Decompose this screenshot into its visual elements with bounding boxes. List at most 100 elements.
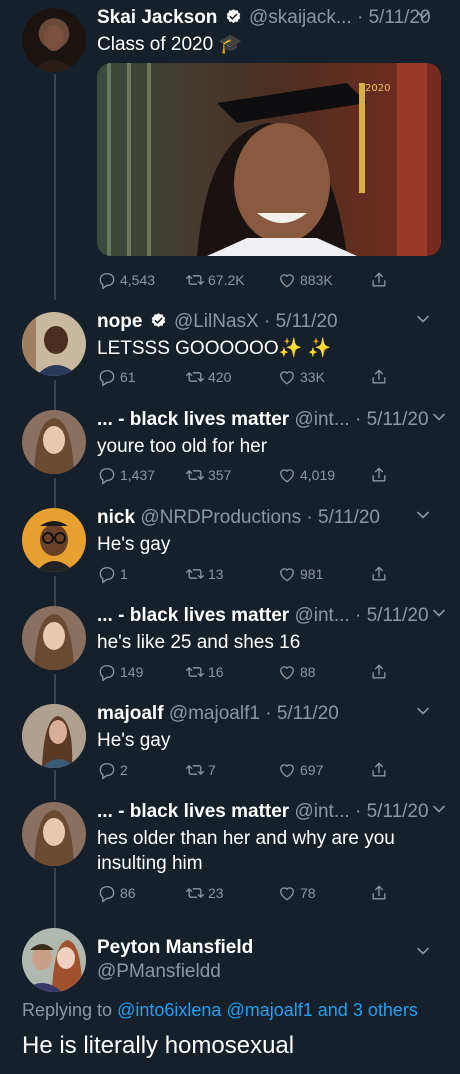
reply-button[interactable]: 61 (97, 365, 136, 387)
like-button[interactable]: 883K (277, 268, 333, 290)
reply-button[interactable]: 1 (97, 562, 128, 584)
avatar[interactable] (22, 606, 86, 670)
reply-count: 4,543 (120, 272, 156, 289)
share-button[interactable] (369, 365, 389, 387)
others-link[interactable]: 3 others (353, 1000, 418, 1020)
reply-icon (97, 270, 117, 290)
and-text: and (317, 1000, 348, 1020)
avatar[interactable] (22, 802, 86, 866)
share-button[interactable] (369, 881, 389, 903)
like-icon (277, 883, 297, 903)
display-name[interactable]: nope (97, 311, 142, 332)
like-button[interactable]: 981 (277, 562, 323, 584)
avatar[interactable] (22, 508, 86, 572)
retweet-icon (185, 367, 205, 387)
separator: · (306, 507, 313, 528)
handle[interactable]: @LilNasX (174, 311, 259, 332)
share-button[interactable] (369, 463, 389, 485)
tweet[interactable]: nope @LilNasX · 5/11/20 LETSSS GOOOOOO✨ … (0, 306, 460, 396)
like-button[interactable]: 88 (277, 660, 316, 682)
reply-button[interactable]: 1,437 (97, 463, 155, 485)
mention-link[interactable]: @majoalf1 (226, 1000, 312, 1020)
retweet-button[interactable]: 7 (185, 758, 216, 780)
handle[interactable]: @NRDProductions (140, 507, 301, 528)
display-name[interactable]: majoalf (97, 703, 164, 724)
reply-button[interactable]: 86 (97, 881, 136, 903)
like-count: 4,019 (300, 467, 336, 484)
share-icon (369, 367, 389, 387)
like-button[interactable]: 33K (277, 365, 325, 387)
tweet[interactable]: nick @NRDProductions · 5/11/20 He's gay … (0, 502, 460, 592)
retweet-button[interactable]: 13 (185, 562, 224, 584)
handle[interactable]: @majoalf1 (169, 703, 260, 724)
tweet[interactable]: ... - black lives matter @int... · 5/11/… (0, 404, 460, 494)
like-button[interactable]: 697 (277, 758, 323, 780)
timestamp[interactable]: 5/11/20 (367, 801, 429, 822)
avatar[interactable] (22, 410, 86, 474)
chevron-down-icon[interactable] (416, 508, 430, 522)
retweet-button[interactable]: 357 (185, 463, 231, 485)
share-icon (369, 270, 389, 290)
like-count: 88 (300, 664, 316, 681)
like-button[interactable]: 4,019 (277, 463, 335, 485)
handle[interactable]: @int... (294, 605, 349, 626)
avatar[interactable] (22, 704, 86, 768)
timestamp[interactable]: 5/11/20 (367, 605, 429, 626)
handle[interactable]: @int... (294, 801, 349, 822)
share-icon (369, 564, 389, 584)
tweet-media[interactable]: 2020 (97, 63, 441, 256)
graduation-photo-icon: 2020 (97, 63, 441, 256)
tweet[interactable]: ... - black lives matter @int... · 5/11/… (0, 796, 460, 916)
retweet-button[interactable]: 67.2K (185, 268, 245, 290)
share-icon (369, 883, 389, 903)
retweet-button[interactable]: 420 (185, 365, 231, 387)
chevron-down-icon[interactable] (432, 410, 446, 424)
display-name[interactable]: ... - black lives matter (97, 605, 289, 626)
timestamp[interactable]: 5/11/20 (277, 703, 339, 724)
display-name[interactable]: Peyton Mansfield (97, 937, 253, 958)
like-button[interactable]: 78 (277, 881, 316, 903)
chevron-down-icon[interactable] (432, 606, 446, 620)
retweet-button[interactable]: 16 (185, 660, 224, 682)
avatar[interactable] (22, 928, 86, 992)
handle[interactable]: @skaijack... (249, 7, 352, 28)
chevron-down-icon[interactable] (416, 944, 430, 958)
avatar[interactable] (22, 8, 86, 72)
share-button[interactable] (369, 758, 389, 780)
tweet[interactable]: majoalf @majoalf1 · 5/11/20 He's gay 2 7… (0, 698, 460, 788)
separator: · (354, 605, 362, 626)
reply-button[interactable]: 2 (97, 758, 128, 780)
handle[interactable]: @PMansfieldd (97, 961, 221, 982)
mention-link[interactable]: @into6ixlena (117, 1000, 221, 1020)
chevron-down-icon[interactable] (416, 8, 430, 22)
reply-count: 1,437 (120, 467, 156, 484)
share-button[interactable] (369, 268, 389, 290)
avatar-image-icon (36, 521, 74, 572)
display-name[interactable]: nick (97, 507, 135, 528)
timestamp[interactable]: 5/11/20 (318, 507, 380, 528)
chevron-down-icon[interactable] (416, 704, 430, 718)
display-name[interactable]: Skai Jackson (97, 7, 217, 28)
share-button[interactable] (369, 660, 389, 682)
chevron-down-icon[interactable] (416, 312, 430, 326)
handle[interactable]: @int... (294, 409, 349, 430)
retweet-icon (185, 662, 205, 682)
reply-button[interactable]: 4,543 (97, 268, 155, 290)
display-name[interactable]: ... - black lives matter (97, 409, 289, 430)
timestamp[interactable]: 5/11/20 (276, 311, 338, 332)
retweet-icon (185, 564, 205, 584)
tweet[interactable]: ... - black lives matter @int... · 5/11/… (0, 600, 460, 690)
share-button[interactable] (369, 562, 389, 584)
display-name[interactable]: ... - black lives matter (97, 801, 289, 822)
like-count: 981 (300, 566, 324, 583)
chevron-down-icon[interactable] (432, 802, 446, 816)
avatar[interactable] (22, 312, 86, 376)
retweet-icon (185, 760, 205, 780)
retweet-count: 13 (208, 566, 224, 583)
reply-button[interactable]: 149 (97, 660, 143, 682)
reply-icon (97, 465, 117, 485)
timestamp[interactable]: 5/11/20 (367, 409, 429, 430)
tweet[interactable]: Skai Jackson @skaijack... · 5/11/20 Clas… (0, 0, 460, 300)
retweet-button[interactable]: 23 (185, 881, 224, 903)
tweet-text: Class of 2020 🎓 (97, 34, 243, 55)
